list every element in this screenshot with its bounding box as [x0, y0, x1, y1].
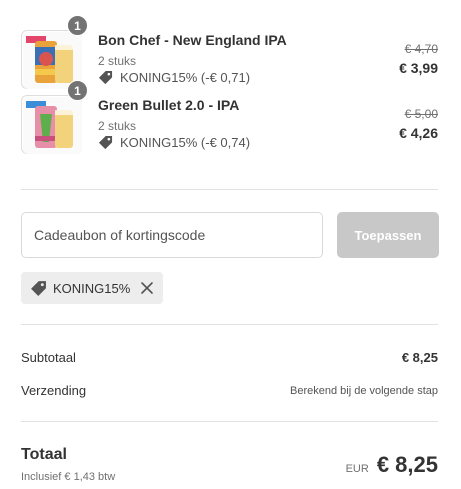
original-price: € 4,70 — [404, 42, 438, 56]
tag-icon — [31, 280, 46, 296]
section-divider — [21, 189, 438, 190]
tag-icon — [98, 70, 113, 85]
final-price: € 4,26 — [399, 125, 438, 141]
quantity-badge: 1 — [67, 15, 88, 36]
subtotal-label: Subtotaal — [21, 350, 76, 365]
currency-code: EUR — [345, 463, 369, 475]
total-amount: € 8,25 — [376, 452, 438, 477]
line-item: 1 Green Bullet 2.0 - IPA 2 stuks KONING1… — [0, 80, 461, 157]
item-discount: KONING15% (-€ 0,74) — [98, 135, 250, 150]
quantity-badge: 1 — [67, 80, 88, 101]
tag-icon — [98, 135, 113, 150]
applied-discount-code: KONING15% — [53, 280, 131, 296]
item-discount-text: KONING15% (-€ 0,74) — [120, 135, 251, 150]
product-name: Bon Chef - New England IPA — [98, 32, 287, 48]
total-label: Totaal — [21, 446, 67, 463]
close-icon[interactable] — [140, 281, 154, 295]
subtotal-value: € 8,25 — [401, 350, 438, 365]
shipping-label: Verzending — [21, 383, 87, 398]
final-price: € 3,99 — [399, 60, 438, 76]
applied-discount-chip: KONING15% — [21, 272, 163, 304]
product-thumbnail — [21, 95, 82, 154]
shipping-value: Berekend bij de volgende stap — [290, 385, 438, 397]
original-price: € 5,00 — [404, 107, 438, 121]
tax-note: Inclusief € 1,43 btw — [21, 471, 116, 483]
discount-code-input[interactable] — [21, 212, 323, 258]
beer-can-image — [23, 97, 82, 154]
product-quantity: 2 stuks — [98, 54, 137, 68]
section-divider — [21, 421, 438, 422]
item-discount-text: KONING15% (-€ 0,71) — [120, 70, 251, 85]
item-discount: KONING15% (-€ 0,71) — [98, 70, 250, 85]
product-name: Green Bullet 2.0 - IPA — [98, 97, 240, 113]
apply-discount-button[interactable]: Toepassen — [337, 212, 439, 258]
total-amount-group: EUR € 8,25 — [346, 452, 438, 478]
product-quantity: 2 stuks — [98, 119, 137, 133]
section-divider — [21, 324, 438, 325]
